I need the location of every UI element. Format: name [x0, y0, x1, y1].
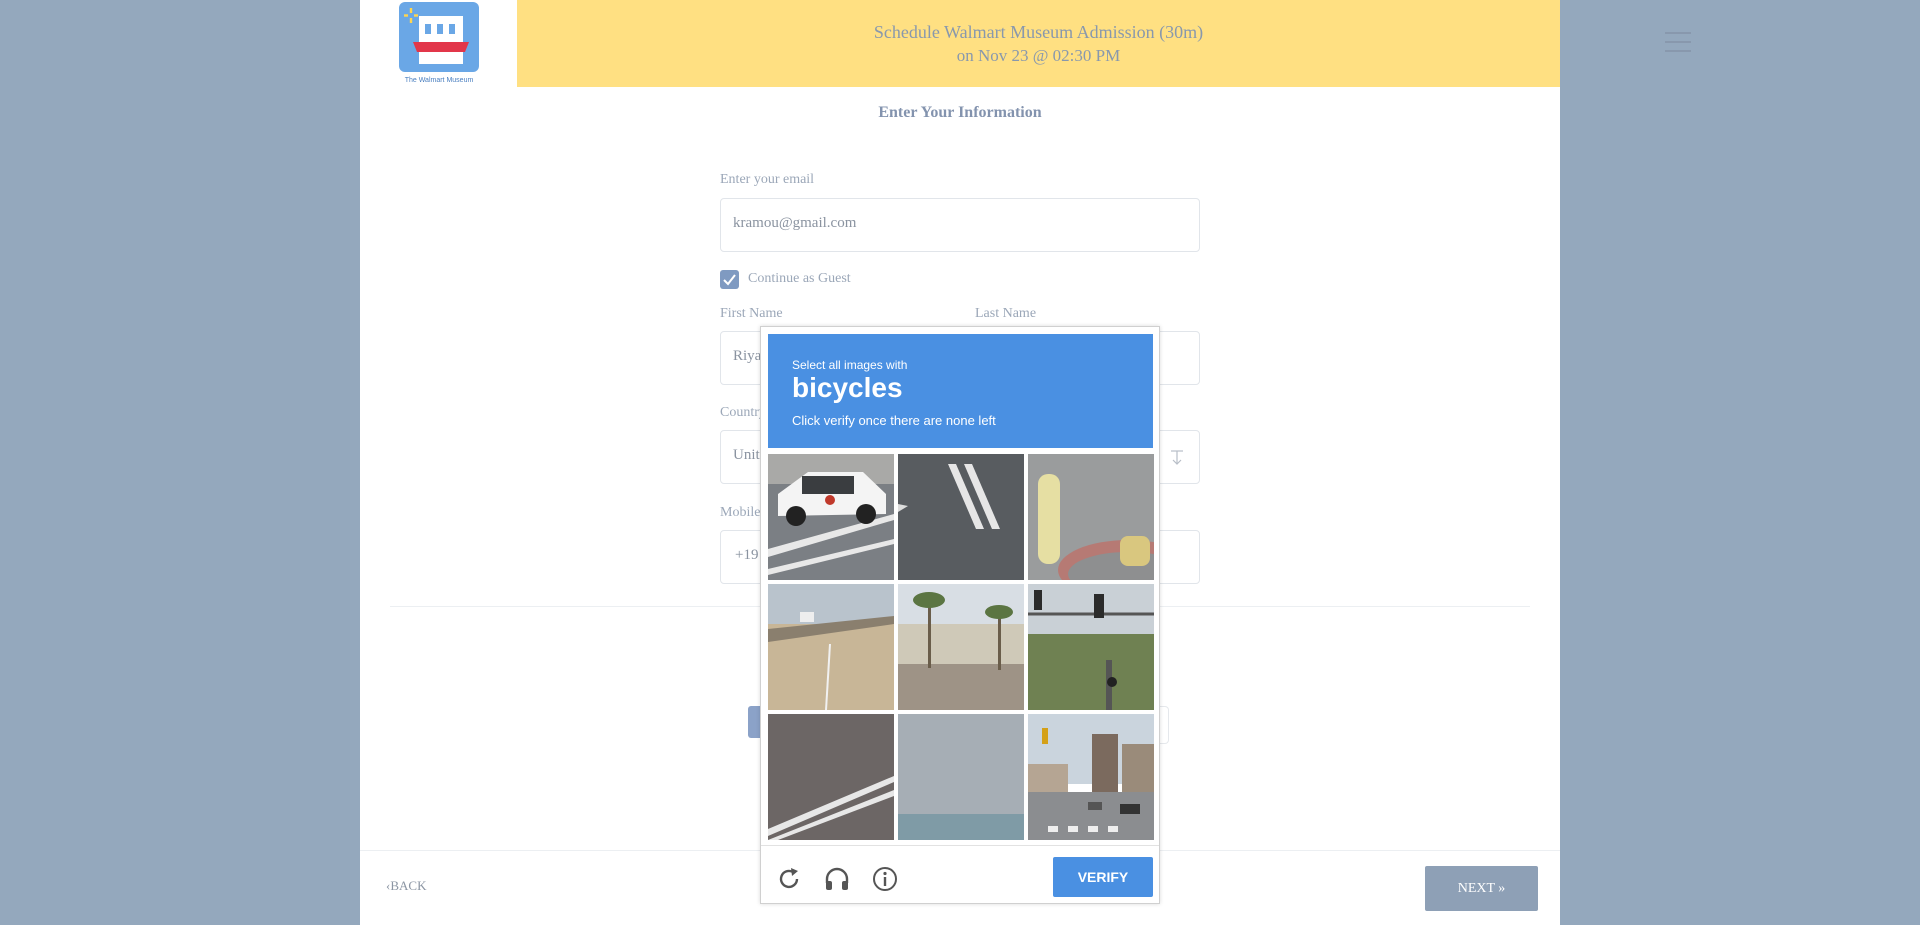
headphones-icon[interactable]	[823, 865, 851, 893]
captcha-instruction: Select all images with	[792, 358, 908, 372]
header-band: Schedule Walmart Museum Admission (30m) …	[517, 0, 1691, 87]
hamburger-menu-icon[interactable]	[1665, 30, 1693, 54]
email-value: kramou@gmail.com	[733, 215, 857, 231]
header-title: Schedule Walmart Museum Admission (30m)	[873, 22, 1204, 42]
country-label: Country	[720, 405, 766, 420]
captcha-footer-divider	[761, 845, 1159, 846]
first-name-label: First Name	[720, 306, 783, 321]
mobile-value: +19	[735, 547, 759, 563]
last-name-label: Last Name	[975, 306, 1037, 321]
captcha-tile-3[interactable]	[1028, 454, 1154, 580]
back-button[interactable]: ‹BACK	[386, 878, 426, 894]
captcha-tile-2[interactable]	[898, 454, 1024, 580]
captcha-tile-7[interactable]	[768, 714, 894, 840]
captcha-tile-9[interactable]	[1028, 714, 1154, 840]
captcha-dialog: Select all images with bicycles Click ve…	[760, 326, 1160, 904]
mobile-label: Mobile	[720, 505, 761, 520]
header-subtitle: on Nov 23 @ 02:30 PM	[956, 46, 1121, 65]
captcha-tile-5[interactable]	[898, 584, 1024, 710]
captcha-tile-6[interactable]	[1028, 584, 1154, 710]
captcha-header: Select all images with bicycles Click ve…	[768, 334, 1153, 448]
email-field[interactable]: kramou@gmail.com	[720, 198, 1200, 252]
captcha-tile-4[interactable]	[768, 584, 894, 710]
next-label: NEXT	[1457, 881, 1495, 896]
info-icon[interactable]	[871, 865, 899, 893]
guest-checkbox[interactable]	[720, 270, 739, 289]
verify-button[interactable]: VERIFY	[1053, 857, 1153, 897]
captcha-tile-8[interactable]	[898, 714, 1024, 840]
header: The Walmart Museum Schedule Walmart Muse…	[360, 0, 1691, 87]
captcha-hint: Click verify once there are none left	[792, 413, 996, 428]
svg-text:The Walmart Museum: The Walmart Museum	[405, 77, 474, 84]
captcha-tile-1[interactable]	[768, 454, 894, 580]
double-chevron-right-icon: »	[1494, 881, 1506, 896]
refresh-icon[interactable]	[775, 865, 803, 893]
section-title: Enter Your Information	[878, 104, 1042, 121]
guest-label: Continue as Guest	[748, 271, 851, 286]
back-label: BACK	[390, 878, 427, 893]
dropdown-arrow-icon	[1171, 450, 1183, 465]
country-value: Unit	[733, 447, 760, 463]
first-name-value: Riya	[733, 348, 762, 364]
logo-area: The Walmart Museum	[360, 0, 517, 87]
captcha-target: bicycles	[792, 372, 903, 403]
walmart-museum-logo: The Walmart Museum	[399, 2, 479, 84]
email-label: Enter your email	[720, 172, 815, 187]
check-icon	[723, 274, 736, 286]
next-button[interactable]: NEXT »	[1425, 866, 1538, 911]
